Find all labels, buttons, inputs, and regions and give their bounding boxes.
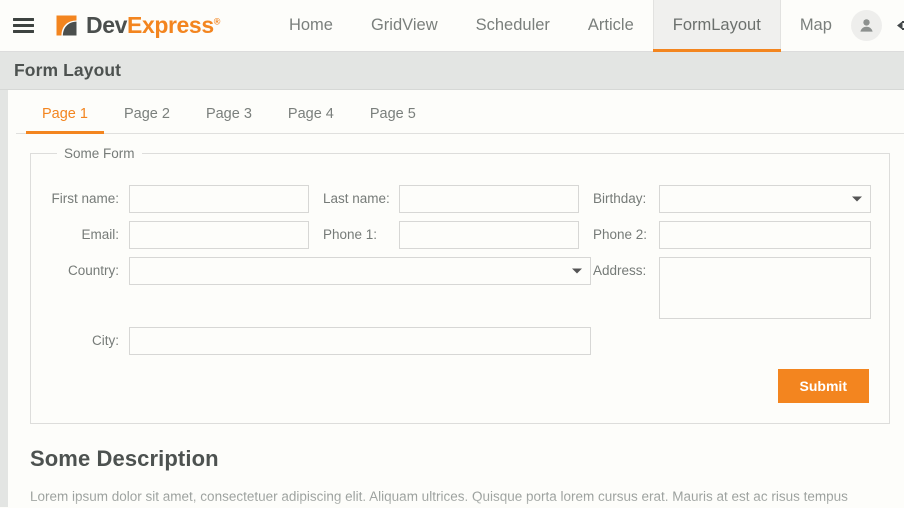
page-tab-5[interactable]: Page 5 [352,106,434,133]
phone2-input[interactable] [659,221,871,249]
email-label: Email: [81,227,119,242]
nav-tab-formlayout[interactable]: FormLayout [652,0,781,52]
page-tab-strip: Page 1 Page 2 Page 3 Page 4 Page 5 [16,90,904,134]
last-name-label: Last name: [323,191,390,206]
description-section: Some Description Lorem ipsum dolor sit a… [16,424,904,508]
nav-tab-scheduler[interactable]: Scheduler [457,0,569,51]
hamburger-menu-button[interactable] [0,0,46,51]
brand-text-express: Express [127,12,214,38]
country-label: Country: [67,263,119,278]
page-tab-1[interactable]: Page 1 [24,106,106,134]
collapse-left-icon [896,21,904,30]
last-name-input[interactable] [399,185,579,213]
form-grid: First name: Last name: Birthday: Email: [49,185,871,355]
country-input[interactable] [129,257,591,285]
description-heading: Some Description [30,446,219,471]
phone2-label: Phone 2: [593,227,648,242]
fieldset-legend: Some Form [64,146,135,161]
page-title: Form Layout [14,60,122,80]
birthday-label: Birthday: [593,191,647,206]
form-container: Some Form First name: Last name: Birthda… [16,134,904,424]
city-label: City: [92,333,119,348]
country-combo[interactable] [129,257,591,285]
page-tab-2[interactable]: Page 2 [106,106,188,133]
hamburger-icon [12,18,34,33]
phone1-label: Phone 1: [323,227,378,242]
some-form-fieldset: Some Form First name: Last name: Birthda… [30,146,890,424]
address-label: Address: [593,263,647,278]
city-input[interactable] [129,327,591,355]
nav-right-actions [850,0,904,51]
main-nav-tabs: Home GridView Scheduler Article FormLayo… [270,0,851,52]
first-name-label: First name: [51,191,119,206]
address-textarea[interactable] [659,257,871,319]
page-tab-4[interactable]: Page 4 [270,106,352,133]
brand-text-dev: Dev [86,12,127,38]
nav-tab-home[interactable]: Home [270,0,352,51]
first-name-input[interactable] [129,185,309,213]
devexpress-logo-icon [54,13,79,38]
page-tab-3[interactable]: Page 3 [188,106,270,133]
birthday-input[interactable] [659,185,871,213]
birthday-combo[interactable] [659,185,871,213]
top-navigation-bar: DevExpress® Home GridView Scheduler Arti… [0,0,904,52]
brand-wordmark: DevExpress® [86,12,220,39]
user-avatar-icon [860,19,873,32]
page-header-bar: Form Layout [0,52,904,90]
registered-mark: ® [213,16,221,27]
content-area: Page 1 Page 2 Page 3 Page 4 Page 5 Some … [0,90,904,508]
submit-button[interactable]: Submit [777,369,869,403]
application-window: DevExpress® Home GridView Scheduler Arti… [0,0,904,508]
email-input[interactable] [129,221,309,249]
nav-tab-gridview[interactable]: GridView [352,0,457,51]
collapse-sidebar-button[interactable] [896,18,904,34]
submit-row: Submit [49,369,871,403]
brand-logo[interactable]: DevExpress® [46,0,220,51]
nav-tab-map[interactable]: Map [781,0,851,51]
user-avatar-button[interactable] [850,10,882,41]
nav-tab-article[interactable]: Article [569,0,653,51]
description-body-wrap: Lorem ipsum dolor sit amet, consectetuer… [30,486,890,508]
description-body: Lorem ipsum dolor sit amet, consectetuer… [30,489,848,504]
phone1-input[interactable] [399,221,579,249]
